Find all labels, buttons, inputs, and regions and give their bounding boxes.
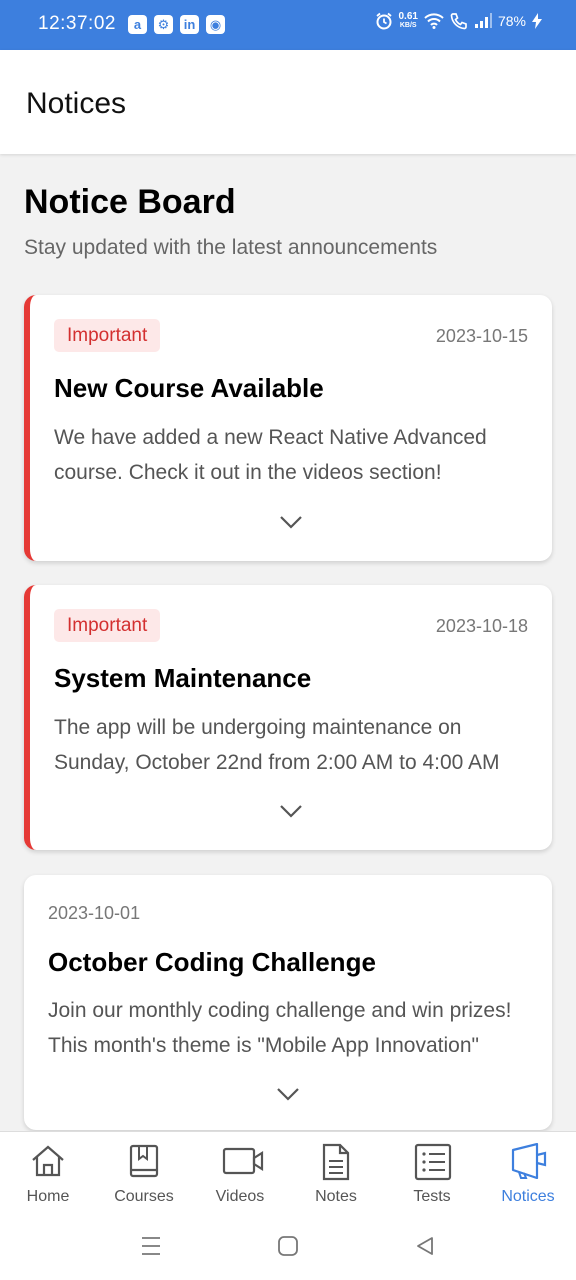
tab-tests[interactable]: Tests (384, 1132, 480, 1217)
notice-date: 2023-10-15 (435, 326, 528, 346)
video-icon (222, 1147, 264, 1175)
tab-home[interactable]: Home (0, 1132, 96, 1217)
notice-title: New Course Available (54, 373, 324, 403)
tab-notes[interactable]: Notes (288, 1132, 384, 1217)
home-button-icon[interactable] (278, 1236, 298, 1256)
tab-label: Notices (501, 1188, 555, 1205)
tab-label: Notes (315, 1188, 357, 1205)
home-icon (32, 1145, 64, 1177)
tab-courses[interactable]: Courses (96, 1132, 192, 1217)
chevron-down-icon[interactable] (276, 1087, 300, 1101)
charging-icon (532, 13, 542, 29)
signal-icon (474, 13, 492, 28)
chevron-down-icon[interactable] (279, 804, 303, 818)
list-icon (414, 1143, 452, 1181)
call-icon (450, 13, 467, 30)
chat-app-icon: ◉ (206, 15, 225, 34)
status-time: 12:37:02 (38, 13, 116, 34)
notice-date: 2023-10-01 (48, 903, 141, 923)
settings-app-icon: ⚙ (154, 15, 173, 34)
notice-card[interactable]: Important 2023-10-15 New Course Availabl… (24, 295, 552, 561)
tab-videos[interactable]: Videos (192, 1132, 288, 1217)
recent-apps-icon[interactable] (141, 1236, 161, 1256)
tab-label: Home (26, 1188, 70, 1205)
tab-label: Tests (413, 1188, 451, 1205)
wifi-icon (424, 13, 444, 29)
chevron-down-icon[interactable] (279, 515, 303, 529)
page-title: Notices (26, 87, 127, 120)
important-badge: Important (54, 609, 161, 642)
notice-title: October Coding Challenge (48, 947, 376, 977)
status-bar: 12:37:02 a ⚙ in ◉ 0.61 KB/S 78% (0, 0, 576, 50)
tab-label: Courses (114, 1188, 174, 1205)
notice-body: Join our monthly coding challenge and wi… (48, 999, 512, 1057)
battery-level: 78% (497, 13, 526, 29)
important-badge: Important (54, 319, 161, 352)
tab-notices[interactable]: Notices (480, 1132, 576, 1217)
notice-title: System Maintenance (54, 663, 312, 693)
notification-icons: a ⚙ in ◉ (128, 15, 225, 34)
network-speed: 0.61 KB/S (398, 11, 418, 30)
system-navigation-bar (0, 1216, 576, 1280)
notice-body: The app will be undergoing maintenance o… (54, 716, 500, 774)
alarm-icon (375, 12, 392, 30)
amazon-app-icon: a (128, 15, 147, 34)
book-icon (129, 1144, 159, 1178)
app-header: Notices (0, 50, 576, 154)
linkedin-app-icon: in (180, 15, 199, 34)
notice-body: We have added a new React Native Advance… (54, 426, 487, 484)
back-icon[interactable] (415, 1236, 435, 1256)
notice-card[interactable]: Important 2023-10-18 System Maintenance … (24, 585, 552, 850)
bottom-tab-bar: Home Courses Videos Notes Tests Notices (0, 1131, 576, 1217)
megaphone-icon (511, 1143, 547, 1179)
notice-card[interactable]: 2023-10-01 October Coding Challenge Join… (24, 875, 552, 1130)
document-icon (322, 1143, 350, 1181)
notice-board-subtitle: Stay updated with the latest announcemen… (24, 236, 438, 259)
tab-label: Videos (215, 1188, 265, 1205)
notice-board-title: Notice Board (24, 183, 236, 221)
notice-date: 2023-10-18 (435, 616, 528, 636)
